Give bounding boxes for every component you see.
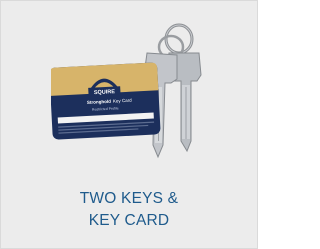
product-tile[interactable]: SQUIRE Stronghold Key Card Restricted Pr…: [0, 0, 258, 249]
caption-line-2: KEY CARD: [88, 212, 170, 229]
keys-and-key-card-image: SQUIRE Stronghold Key Card Restricted Pr…: [51, 23, 202, 159]
card-brand-text: SQUIRE: [94, 89, 116, 96]
key-card: SQUIRE Stronghold Key Card Restricted Pr…: [51, 62, 161, 140]
caption-line-1: TWO KEYS &: [79, 190, 179, 207]
card-title-text: Key Card: [113, 98, 132, 104]
product-caption[interactable]: TWO KEYS & KEY CARD: [1, 188, 257, 232]
